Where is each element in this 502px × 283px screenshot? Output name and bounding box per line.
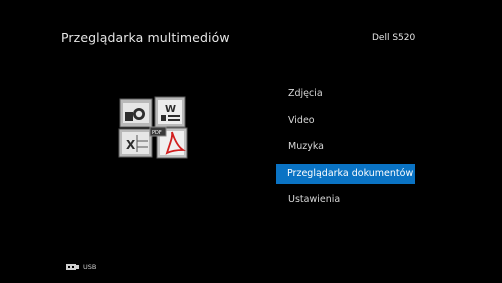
menu-item-settings[interactable]: Ustawienia [276,190,426,210]
usb-icon [66,264,79,270]
media-menu: Zdjęcia Video Muzyka Przeglądarka dokume… [276,84,426,217]
usb-source-indicator: USB [66,263,96,271]
media-viewer-screen: Przeglądarka multimediów Dell S520 W X P… [0,0,502,283]
usb-label: USB [83,263,97,271]
svg-text:X: X [126,138,136,152]
svg-text:W: W [165,104,176,115]
page-title: Przeglądarka multimediów [61,30,230,45]
menu-item-music[interactable]: Muzyka [276,137,426,157]
menu-item-document-viewer[interactable]: Przeglądarka dokumentów [276,163,415,184]
menu-item-video[interactable]: Video [276,111,426,131]
menu-item-photos[interactable]: Zdjęcia [276,84,426,104]
model-label: Dell S520 [372,33,416,43]
documents-icon: W X PDF [118,96,188,159]
svg-text:PDF: PDF [152,130,162,136]
